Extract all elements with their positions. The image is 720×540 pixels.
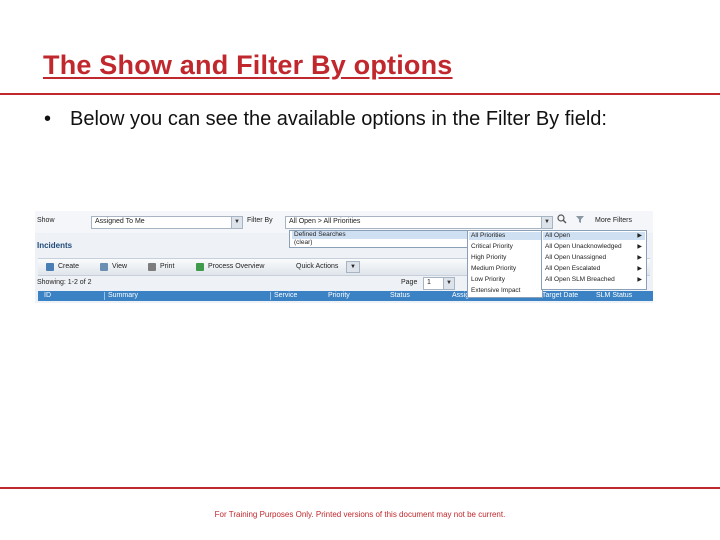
submenu-arrow-icon: ▶	[637, 277, 642, 283]
chevron-down-icon[interactable]: ▼	[346, 261, 360, 273]
column-header[interactable]: Service	[274, 292, 297, 299]
dropdown-item-priority[interactable]: All Priorities	[469, 232, 541, 240]
slide-title: The Show and Filter By options	[43, 50, 453, 80]
bullet-text: Below you can see the available options …	[70, 108, 607, 130]
process-overview-button[interactable]: Process Overview	[208, 263, 264, 270]
column-header[interactable]: ID	[44, 292, 51, 299]
page-select[interactable]: 1 ▼	[423, 277, 455, 290]
page-label: Page	[401, 279, 418, 286]
footer-rule	[0, 487, 720, 489]
footer: For Training Purposes Only. Printed vers…	[0, 510, 720, 519]
dropdown-item-priority[interactable]: Low Priority	[469, 276, 541, 284]
quick-actions-label: Quick Actions	[296, 263, 339, 270]
dropdown-item-open[interactable]: All Open Unassigned ▶	[543, 254, 645, 262]
more-filters-link[interactable]: More Filters	[595, 217, 632, 224]
bullet-marker: •	[44, 108, 52, 130]
filter-by-select[interactable]: All Open > All Priorities ▼	[285, 216, 553, 229]
dropdown-item-label: All Open Unassigned	[545, 254, 607, 261]
dropdown-item-priority[interactable]: High Priority	[469, 254, 541, 262]
create-button[interactable]: Create	[58, 263, 79, 270]
dropdown-item-label: All Open Escalated	[545, 265, 601, 272]
column-divider	[104, 292, 105, 300]
column-header[interactable]: Priority	[328, 292, 350, 299]
showing-count: Showing: 1-2 of 2	[37, 279, 92, 286]
column-header[interactable]: Status	[390, 292, 410, 299]
column-divider	[270, 292, 271, 300]
column-header[interactable]: Summary	[108, 292, 138, 299]
show-label: Show	[37, 217, 55, 224]
dropdown-item-label: All Open	[545, 232, 570, 239]
filter-dropdown-open: All Open ▶ All Open Unacknowledged ▶ All…	[541, 230, 647, 290]
search-icon[interactable]	[557, 214, 567, 224]
column-header[interactable]: SLM Status	[596, 292, 632, 299]
filter-by-label: Filter By	[247, 217, 273, 224]
app-screenshot: Show Assigned To Me ▼ Filter By All Open…	[35, 211, 653, 303]
dropdown-item-label: All Open Unacknowledged	[545, 243, 622, 250]
dropdown-item-priority[interactable]: Critical Priority	[469, 243, 541, 251]
dropdown-item-priority[interactable]: Medium Priority	[469, 265, 541, 273]
filter-icon[interactable]	[575, 214, 585, 224]
dropdown-item-defined-searches[interactable]: Defined Searches	[292, 231, 468, 239]
incidents-heading: Incidents	[37, 241, 73, 250]
view-button[interactable]: View	[112, 263, 127, 270]
dropdown-item-label: All Open SLM Breached	[545, 276, 615, 283]
page-select-value: 1	[427, 279, 431, 286]
printer-icon	[148, 263, 156, 271]
dropdown-item-open[interactable]: All Open Escalated ▶	[543, 265, 645, 273]
filter-dropdown-priorities: All Priorities Critical Priority High Pr…	[467, 230, 543, 298]
table-header: ID Summary Service Priority Status Assig…	[38, 291, 653, 301]
title-rule	[0, 93, 720, 95]
column-header[interactable]: Target Date	[542, 292, 578, 299]
view-icon	[100, 263, 108, 271]
dropdown-item-open[interactable]: All Open ▶	[543, 232, 645, 240]
chevron-down-icon[interactable]: ▼	[541, 217, 552, 228]
submenu-arrow-icon: ▶	[637, 233, 642, 239]
submenu-arrow-icon: ▶	[637, 266, 642, 272]
dropdown-item-open[interactable]: All Open Unacknowledged ▶	[543, 243, 645, 251]
dropdown-item-clear[interactable]: (clear)	[292, 239, 468, 247]
show-select-value: Assigned To Me	[95, 218, 145, 225]
print-button[interactable]: Print	[160, 263, 174, 270]
filter-by-select-value: All Open > All Priorities	[289, 218, 361, 225]
submenu-arrow-icon: ▶	[637, 255, 642, 261]
filter-dropdown-searches: Defined Searches (clear)	[289, 230, 471, 248]
submenu-arrow-icon: ▶	[637, 244, 642, 250]
dropdown-item-priority[interactable]: Extensive Impact	[469, 287, 541, 295]
chevron-down-icon[interactable]: ▼	[443, 278, 454, 289]
chevron-down-icon[interactable]: ▼	[231, 217, 242, 228]
dropdown-item-open[interactable]: All Open SLM Breached ▶	[543, 276, 645, 284]
show-select[interactable]: Assigned To Me ▼	[91, 216, 243, 229]
process-overview-icon	[196, 263, 204, 271]
create-icon	[46, 263, 54, 271]
footer-disclaimer: For Training Purposes Only. Printed vers…	[214, 510, 506, 519]
